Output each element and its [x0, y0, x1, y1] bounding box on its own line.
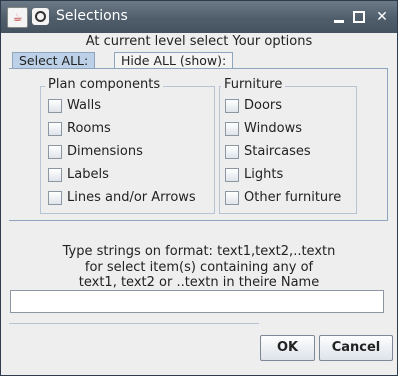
checkbox-box[interactable]: [225, 122, 239, 136]
filter-instructions-line1: Type strings on format: text1,text2,..te…: [62, 244, 336, 259]
checkbox-box[interactable]: [225, 168, 239, 182]
checkbox-box[interactable]: [48, 99, 62, 113]
checkbox-label: Walls: [67, 98, 101, 113]
footer-divider: [9, 323, 259, 324]
cancel-button[interactable]: Cancel: [319, 335, 393, 361]
checkbox-box[interactable]: [48, 145, 62, 159]
window-title: Selections: [56, 8, 128, 24]
selections-dialog: ☕ Selections ✕ At current level select Y…: [0, 0, 398, 376]
checkbox-label: Lines and/or Arrows: [67, 190, 196, 205]
checkbox-box[interactable]: [48, 122, 62, 136]
window-menu-icon[interactable]: [32, 8, 49, 25]
dialog-header: At current level select Your options: [85, 34, 313, 49]
filter-instructions-line2: for select item(s) containing any of: [84, 260, 314, 275]
ok-button[interactable]: OK: [260, 335, 315, 361]
tab-hide-all[interactable]: Hide ALL (show):: [114, 52, 234, 69]
panel-border: [387, 69, 388, 221]
plan-components-title: Plan components: [45, 77, 164, 92]
checkbox-box[interactable]: [225, 191, 239, 205]
checkbox-box[interactable]: [48, 168, 62, 182]
checkbox-label: Doors: [244, 98, 283, 113]
section-divider: [9, 220, 388, 221]
filter-instructions-line3: text1, text2 or ..textn in theire Name: [78, 275, 320, 290]
filter-input[interactable]: [10, 290, 384, 313]
checkbox-box[interactable]: [48, 191, 62, 205]
tab-select-all[interactable]: Select ALL:: [12, 52, 96, 69]
minimize-icon[interactable]: [331, 9, 347, 25]
checkbox-label: Other furniture: [244, 190, 342, 205]
title-bar[interactable]: ☕ Selections ✕: [1, 1, 397, 33]
checkbox-label: Lights: [244, 167, 284, 182]
java-app-icon: ☕: [7, 7, 28, 28]
checkbox-label: Labels: [67, 167, 109, 182]
checkbox-box[interactable]: [225, 99, 239, 113]
furniture-title: Furniture: [221, 77, 286, 92]
close-icon[interactable]: ✕: [374, 9, 390, 25]
checkbox-label: Staircases: [244, 144, 311, 159]
checkbox-label: Dimensions: [67, 144, 143, 159]
checkbox-box[interactable]: [225, 145, 239, 159]
checkbox-label: Windows: [244, 121, 303, 136]
checkbox-label: Rooms: [67, 121, 111, 136]
tab-underline: [9, 68, 388, 69]
maximize-icon[interactable]: [351, 9, 367, 25]
